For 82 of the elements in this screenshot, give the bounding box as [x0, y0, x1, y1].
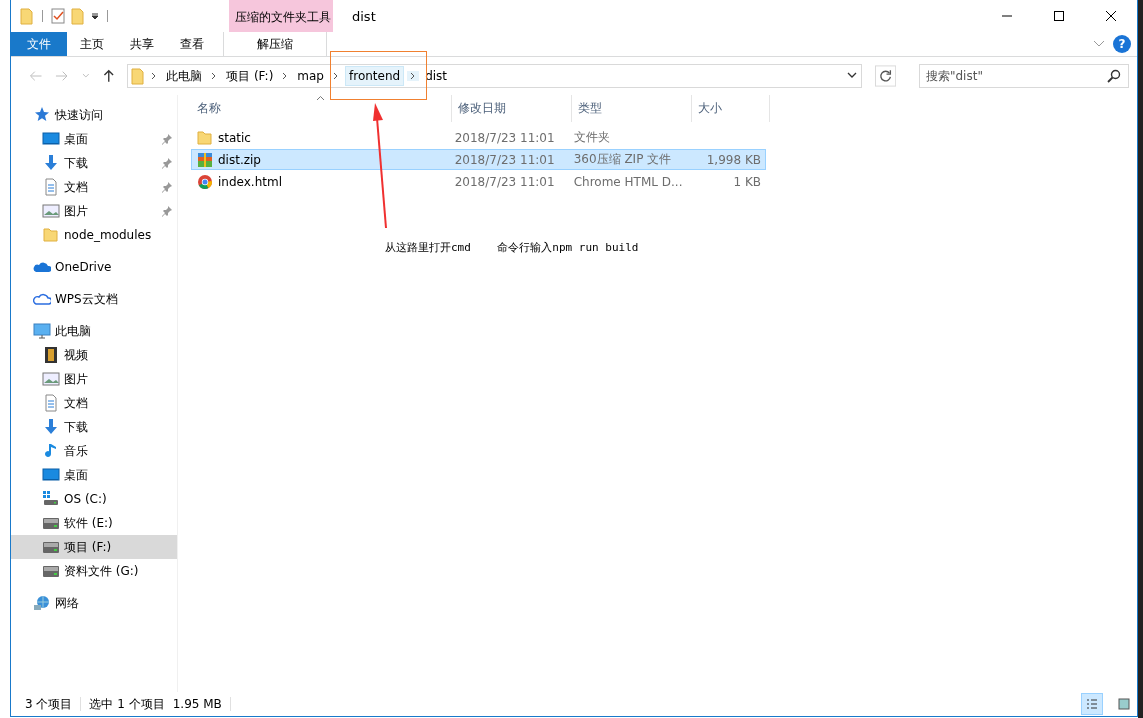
file-row[interactable]: index.html 2018/7/23 11:01 Chrome HTML D... 1 KB — [191, 171, 766, 192]
selection-count: 选中 1 个项目 — [89, 695, 165, 713]
archive-icon — [196, 150, 214, 169]
breadcrumb[interactable]: map — [294, 66, 327, 86]
chevron-right-icon[interactable] — [407, 71, 420, 81]
details-view-button[interactable] — [1081, 693, 1103, 715]
file-tab[interactable]: 文件 — [11, 32, 67, 56]
document-icon — [42, 394, 60, 412]
nav-item[interactable]: 桌面 — [11, 127, 177, 151]
search-field[interactable]: 搜索"dist" — [919, 64, 1129, 88]
nav-item[interactable]: 视频 — [11, 343, 177, 367]
breadcrumb[interactable]: 项目 (F:) — [223, 66, 277, 86]
thumbnails-view-icon — [1116, 696, 1132, 712]
file-type: 文件夹 — [573, 129, 610, 146]
column-header[interactable]: 大小 — [692, 95, 770, 122]
modified-date: 2018/7/23 11:01 — [454, 130, 555, 145]
file-row[interactable]: static 2018/7/23 11:01 文件夹 — [191, 127, 766, 148]
file-size: 1,998 KB — [706, 152, 761, 167]
breadcrumb[interactable]: frontend — [345, 66, 405, 86]
column-header[interactable]: 修改日期 — [452, 95, 572, 122]
refresh-icon[interactable] — [874, 65, 896, 87]
search-icon[interactable] — [1107, 69, 1121, 83]
file-name: static — [218, 130, 251, 145]
item-count: 3 个项目 — [25, 695, 73, 713]
ribbon-tab[interactable]: 主页 — [67, 32, 117, 56]
picture-icon — [42, 202, 60, 220]
down-arrow-icon — [42, 154, 60, 172]
nav-item[interactable]: 文档 — [11, 175, 177, 199]
details-view-icon — [1084, 696, 1100, 712]
up-arrow-icon[interactable] — [102, 69, 115, 83]
nav-item[interactable]: 下载 — [11, 415, 177, 439]
annotation-text: 从这路里打开cmd 命令行输入npm run build — [385, 240, 639, 255]
nav-item[interactable]: 网络 — [11, 591, 177, 615]
monitor-icon — [42, 466, 60, 484]
maximize-icon[interactable] — [1053, 10, 1065, 22]
column-header[interactable]: 类型 — [572, 95, 692, 122]
nav-item[interactable]: 项目 (F:) — [11, 535, 177, 559]
nav-item[interactable]: 图片 — [11, 199, 177, 223]
star-icon — [33, 106, 51, 124]
ribbon-tab[interactable]: 查看 — [167, 32, 217, 56]
nav-item[interactable]: 文档 — [11, 391, 177, 415]
monitor-icon — [33, 322, 51, 340]
contextual-tab-group-label: 压缩的文件夹工具 — [229, 0, 333, 32]
breadcrumb[interactable]: 此电脑 — [163, 66, 206, 86]
nav-item[interactable]: 此电脑 — [11, 319, 177, 343]
picture-icon — [42, 370, 60, 388]
modified-date: 2018/7/23 11:01 — [454, 174, 555, 189]
file-name: index.html — [218, 174, 282, 189]
nav-item[interactable]: node_modules — [11, 223, 177, 247]
nav-item[interactable]: 音乐 — [11, 439, 177, 463]
modified-date: 2018/7/23 11:01 — [454, 152, 555, 167]
selection-size: 1.95 MB — [172, 697, 222, 711]
monitor-icon — [42, 130, 60, 148]
nav-item[interactable]: 资料文件 (G:) — [11, 559, 177, 583]
help-button[interactable]: ? — [1113, 35, 1131, 53]
ribbon-tab[interactable]: 共享 — [117, 32, 167, 56]
film-icon — [42, 346, 60, 364]
checklist-icon[interactable] — [50, 7, 66, 25]
drive-icon — [42, 490, 60, 508]
globe-icon — [33, 594, 51, 612]
file-type: 360压缩 ZIP 文件 — [573, 151, 672, 168]
folder-icon — [131, 67, 146, 85]
nav-item[interactable]: 图片 — [11, 367, 177, 391]
nav-item[interactable]: 下载 — [11, 151, 177, 175]
nav-item[interactable]: OneDrive — [11, 255, 177, 279]
folder-icon — [196, 128, 214, 147]
file-name: dist.zip — [218, 152, 261, 167]
file-size: 1 KB — [733, 174, 761, 189]
chrome-icon — [196, 172, 214, 191]
nav-item[interactable]: 快速访问 — [11, 103, 177, 127]
close-icon[interactable] — [1105, 10, 1117, 22]
nav-item[interactable]: WPS云文档 — [11, 287, 177, 311]
down-arrow-icon — [42, 418, 60, 436]
window-title: dist — [352, 8, 376, 24]
nav-item[interactable]: 桌面 — [11, 463, 177, 487]
document-icon — [42, 178, 60, 196]
folder-icon — [42, 226, 60, 244]
nav-item[interactable]: 软件 (E:) — [11, 511, 177, 535]
nav-item[interactable]: OS (C:) — [11, 487, 177, 511]
file-row[interactable]: dist.zip 2018/7/23 11:01 360压缩 ZIP 文件 1,998 KB — [191, 149, 766, 170]
chevron-down-icon[interactable] — [846, 72, 857, 80]
file-type: Chrome HTML D... — [573, 174, 683, 189]
